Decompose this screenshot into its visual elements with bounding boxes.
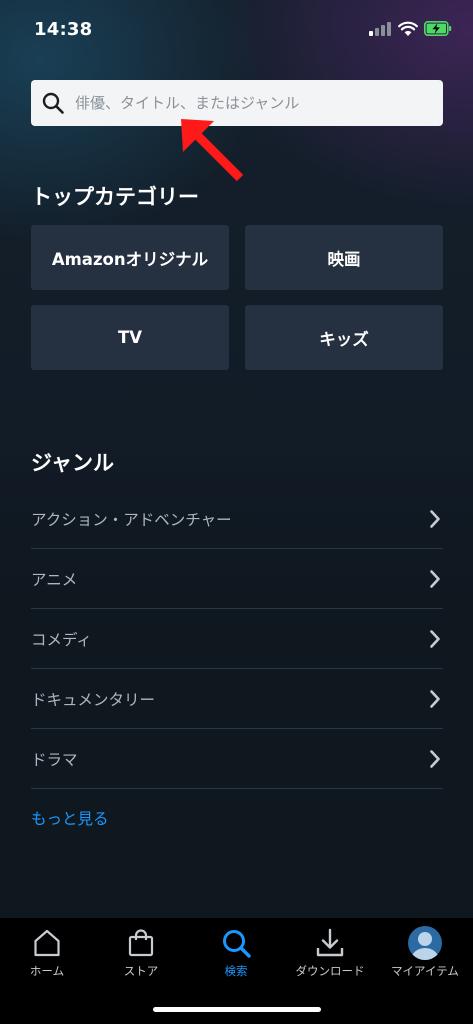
genre-label: ドキュメンタリー <box>31 691 156 709</box>
genres-title: ジャンル <box>31 451 114 475</box>
tab-store[interactable]: ストア <box>94 918 188 988</box>
genre-label: コメディ <box>31 631 92 649</box>
tab-label: 検索 <box>224 964 248 978</box>
category-kids-button[interactable]: キッズ <box>245 305 443 370</box>
genre-row-action-adventure[interactable]: アクション・アドベンチャー <box>31 489 443 549</box>
tab-downloads[interactable]: ダウンロード <box>283 918 377 988</box>
see-more-link[interactable]: もっと見る <box>31 807 109 829</box>
chevron-right-icon <box>430 690 440 708</box>
user-avatar-icon <box>411 932 439 960</box>
download-icon <box>316 928 344 957</box>
battery-charging-icon <box>424 21 452 36</box>
tab-my-items[interactable]: マイアイテム <box>378 918 472 988</box>
search-input[interactable] <box>75 80 435 126</box>
shopping-bag-icon <box>128 929 154 957</box>
status-bar: 14:38 <box>0 0 473 60</box>
genre-label: アクション・アドベンチャー <box>31 511 232 529</box>
category-amazon-original-button[interactable]: Amazonオリジナル <box>31 225 229 290</box>
chevron-right-icon <box>430 630 440 648</box>
status-time: 14:38 <box>34 19 93 40</box>
search-icon <box>223 930 251 958</box>
category-movies-button[interactable]: 映画 <box>245 225 443 290</box>
wifi-icon <box>398 21 418 36</box>
genre-row-documentary[interactable]: ドキュメンタリー <box>31 669 443 729</box>
genre-label: アニメ <box>31 571 78 589</box>
genre-row-anime[interactable]: アニメ <box>31 549 443 609</box>
chevron-right-icon <box>430 570 440 588</box>
top-categories-title: トップカテゴリー <box>31 185 199 209</box>
tab-label: ストア <box>123 964 159 978</box>
home-icon <box>34 929 60 957</box>
genre-label: ドラマ <box>31 751 78 769</box>
genre-row-comedy[interactable]: コメディ <box>31 609 443 669</box>
tab-label: ダウンロード <box>295 964 365 978</box>
search-icon <box>42 92 64 114</box>
category-tv-button[interactable]: TV <box>31 305 229 370</box>
tab-home[interactable]: ホーム <box>0 918 94 988</box>
avatar <box>408 926 442 960</box>
chevron-right-icon <box>430 750 440 768</box>
arrow-annotation-icon <box>181 119 244 182</box>
tab-search[interactable]: 検索 <box>189 918 283 988</box>
tab-label: ホーム <box>29 964 65 978</box>
home-indicator <box>153 1007 321 1012</box>
tab-label: マイアイテム <box>391 964 459 978</box>
cellular-signal-icon <box>369 22 391 36</box>
chevron-right-icon <box>430 510 440 528</box>
genre-row-drama[interactable]: ドラマ <box>31 729 443 789</box>
